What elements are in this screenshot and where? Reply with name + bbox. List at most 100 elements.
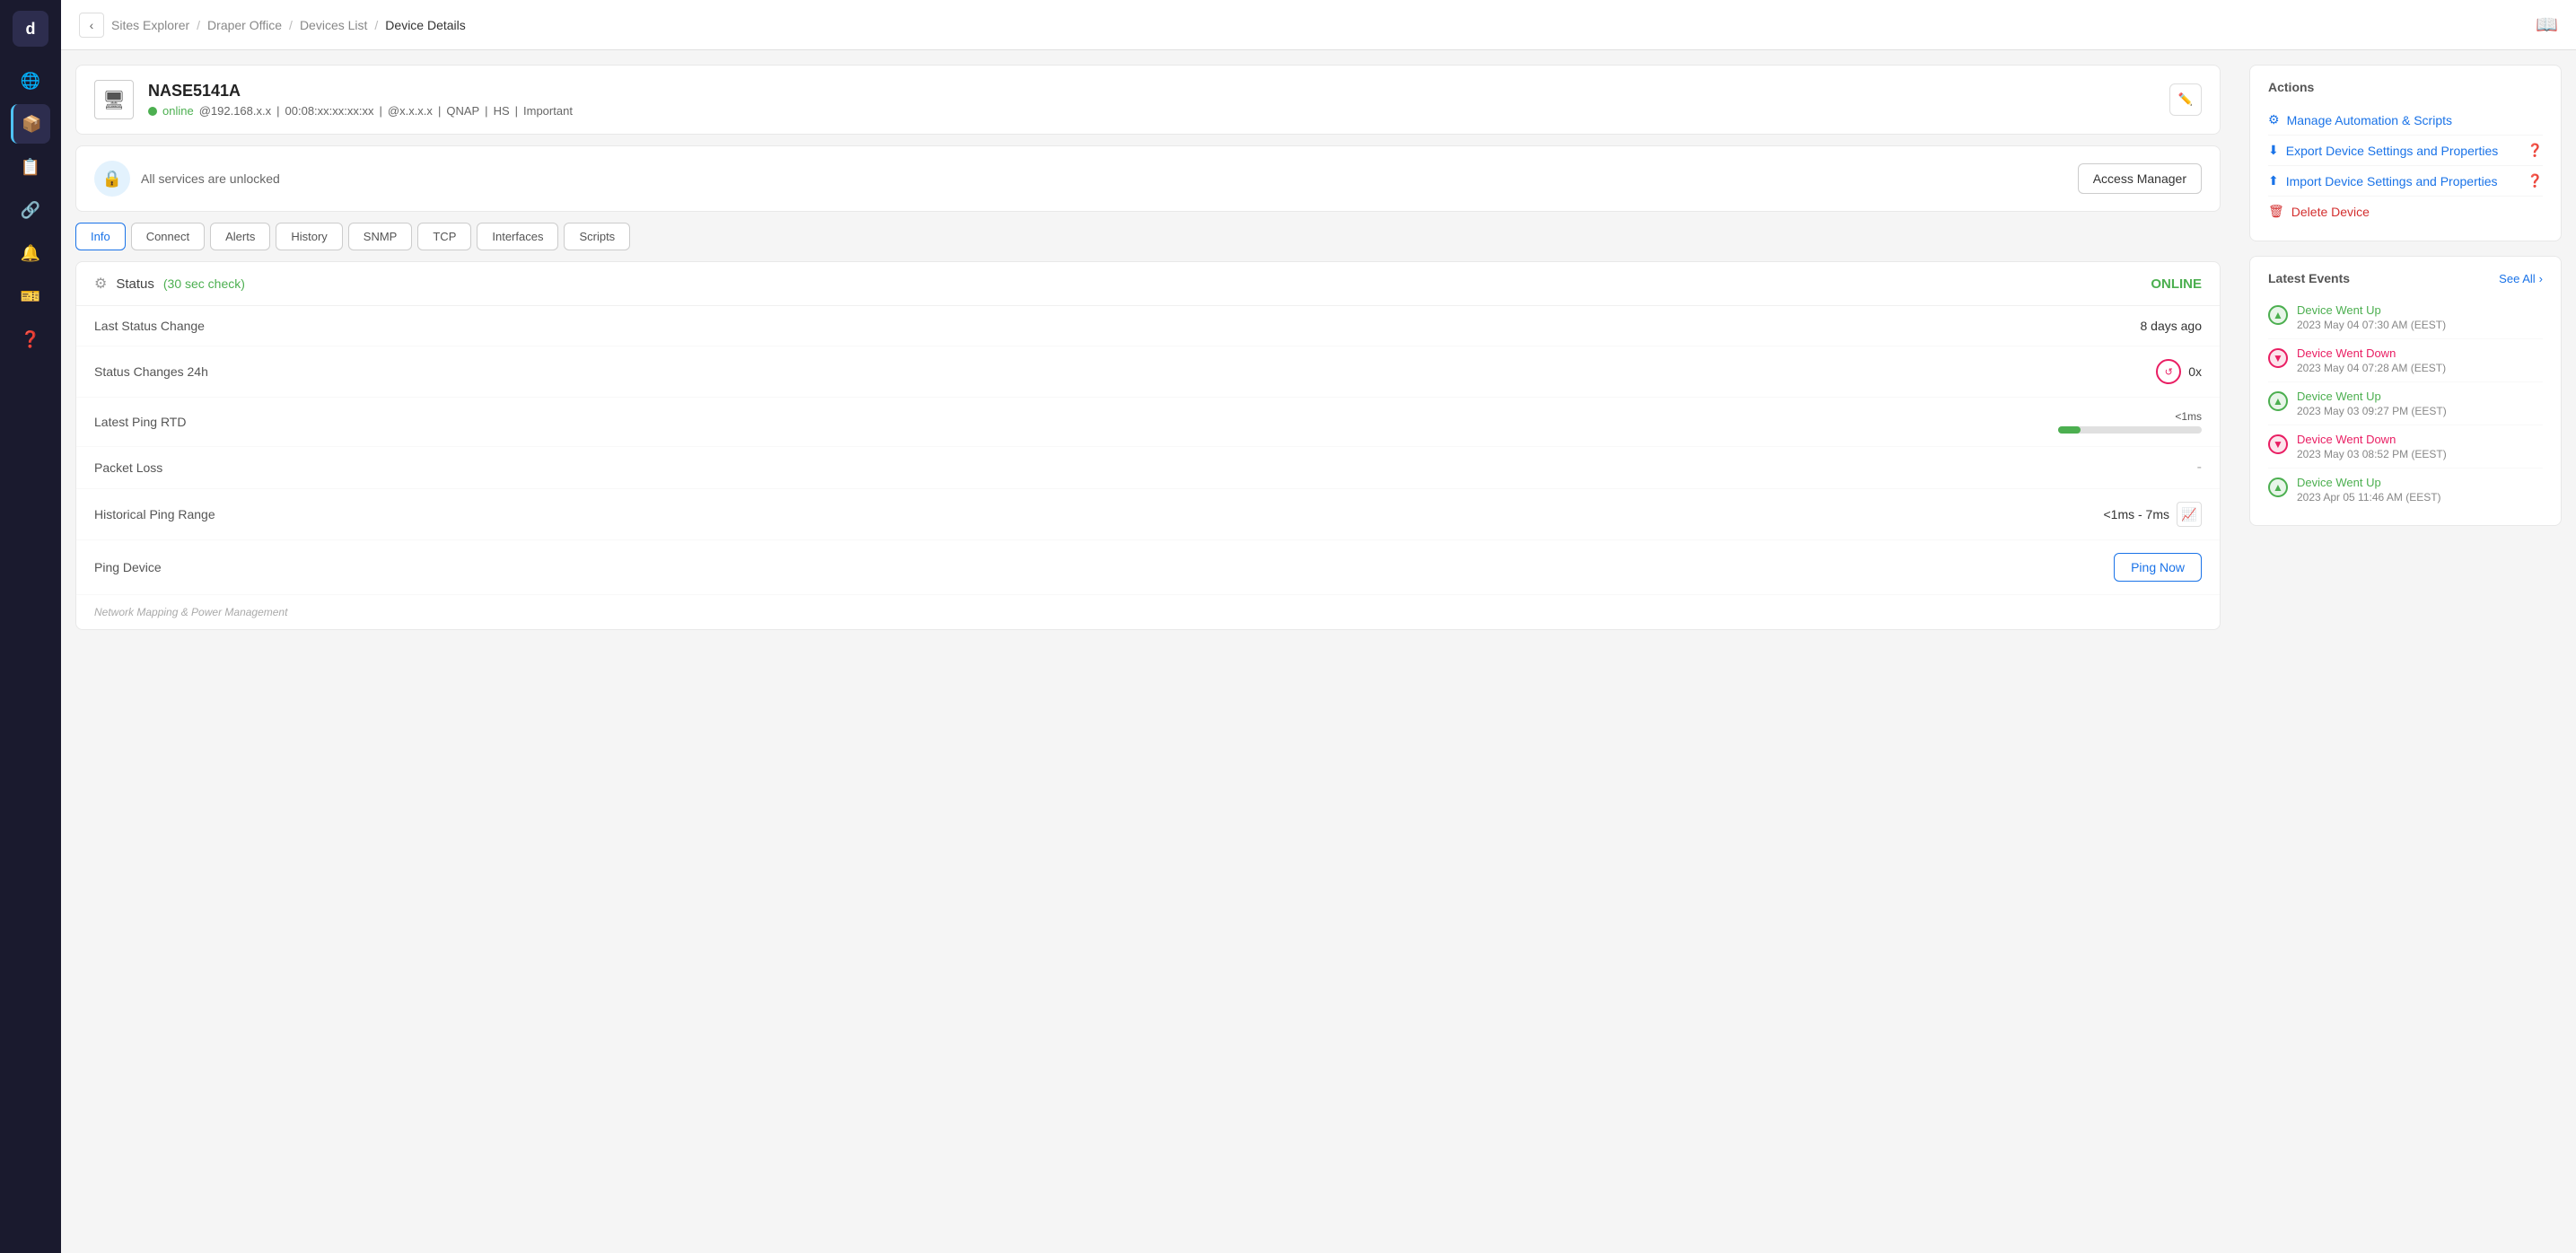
sidebar-item-tickets[interactable]: 🎫 xyxy=(11,276,50,316)
packet-loss-value: - xyxy=(2197,460,2202,476)
sidebar-item-alerts[interactable]: 🔔 xyxy=(11,233,50,273)
delete-device-link[interactable]: 🗑 Delete Device xyxy=(2268,197,2543,226)
historical-ping-right: <1ms - 7ms 📈 xyxy=(2103,502,2202,527)
export-icon: ⬇ xyxy=(2268,143,2279,158)
import-settings-label: Import Device Settings and Properties xyxy=(2286,174,2498,188)
breadcrumb-current: Device Details xyxy=(385,18,465,32)
actions-section: Actions ⚙ Manage Automation & Scripts ⬇ … xyxy=(2249,65,2562,241)
sidebar-item-reports[interactable]: 📋 xyxy=(11,147,50,187)
status-indicator xyxy=(148,107,157,116)
event-item-4: ▼ Device Went Down 2023 May 03 08:52 PM … xyxy=(2268,425,2543,469)
see-all-button[interactable]: See All › xyxy=(2499,272,2543,285)
ping-device-row: Ping Device Ping Now xyxy=(76,540,2220,595)
back-button[interactable]: ‹ xyxy=(79,13,104,38)
last-status-change-value: 8 days ago xyxy=(2141,319,2203,333)
sidebar-item-devices[interactable]: 📦 xyxy=(11,104,50,144)
tab-interfaces[interactable]: Interfaces xyxy=(477,223,558,250)
event-content-1: Device Went Up 2023 May 04 07:30 AM (EES… xyxy=(2297,303,2543,331)
last-status-change-label: Last Status Change xyxy=(94,319,2141,333)
tab-snmp[interactable]: SNMP xyxy=(348,223,413,250)
packet-loss-label: Packet Loss xyxy=(94,460,2197,475)
events-header: Latest Events See All › xyxy=(2268,271,2543,285)
status-panel: ⚙ Status (30 sec check) ONLINE Last Stat… xyxy=(75,261,2221,630)
breadcrumb-sep-1: / xyxy=(197,18,200,32)
delete-icon: 🗑 xyxy=(2268,204,2284,219)
chart-icon[interactable]: 📈 xyxy=(2177,502,2202,527)
sep-2: | xyxy=(380,104,382,118)
content-area: 🖥 NASE5141A online @192.168.x.x | 00:08:… xyxy=(61,50,2576,1253)
device-header: 🖥 NASE5141A online @192.168.x.x | 00:08:… xyxy=(75,65,2221,135)
event-title-2: Device Went Down xyxy=(2297,346,2543,360)
status-changes-label: Status Changes 24h xyxy=(94,364,2156,379)
manage-automation-icon: ⚙ xyxy=(2268,112,2280,127)
refresh-icon: ↺ xyxy=(2156,359,2181,384)
sidebar-item-support[interactable]: ❓ xyxy=(11,320,50,359)
device-name: NASE5141A xyxy=(148,82,2155,101)
delete-device-label: Delete Device xyxy=(2291,205,2370,219)
tab-connect[interactable]: Connect xyxy=(131,223,205,250)
device-ip: @192.168.x.x xyxy=(199,104,271,118)
breadcrumb-sep-2: / xyxy=(289,18,293,32)
event-item-1: ▲ Device Went Up 2023 May 04 07:30 AM (E… xyxy=(2268,296,2543,339)
event-item-2: ▼ Device Went Down 2023 May 04 07:28 AM … xyxy=(2268,339,2543,382)
tab-tcp[interactable]: TCP xyxy=(417,223,471,250)
breadcrumb-devices-list[interactable]: Devices List xyxy=(300,18,367,32)
ping-bar-background xyxy=(2058,426,2202,434)
breadcrumb-sites[interactable]: Sites Explorer xyxy=(111,18,189,32)
event-content-4: Device Went Down 2023 May 03 08:52 PM (E… xyxy=(2297,433,2543,460)
event-dot-5: ▲ xyxy=(2268,478,2288,497)
device-icon: 🖥 xyxy=(94,80,134,119)
import-settings-link[interactable]: ⬆ Import Device Settings and Properties … xyxy=(2268,166,2543,197)
access-manager-button[interactable]: Access Manager xyxy=(2078,163,2202,194)
manage-automation-link[interactable]: ⚙ Manage Automation & Scripts xyxy=(2268,105,2543,136)
lock-symbol: 🔒 xyxy=(102,170,122,188)
historical-ping-row: Historical Ping Range <1ms - 7ms 📈 xyxy=(76,489,2220,540)
breadcrumb: Sites Explorer / Draper Office / Devices… xyxy=(111,18,466,32)
ping-rtd-value: <1ms xyxy=(2175,410,2202,423)
event-dot-3: ▲ xyxy=(2268,391,2288,411)
tab-history[interactable]: History xyxy=(276,223,342,250)
event-item-3: ▲ Device Went Up 2023 May 03 09:27 PM (E… xyxy=(2268,382,2543,425)
see-all-chevron: › xyxy=(2539,272,2543,285)
event-time-4: 2023 May 03 08:52 PM (EEST) xyxy=(2297,448,2543,460)
event-dot-4: ▼ xyxy=(2268,434,2288,454)
import-help-icon[interactable]: ❓ xyxy=(2528,173,2543,188)
status-header-left: ⚙ Status (30 sec check) xyxy=(94,275,2142,293)
status-changes-right: ↺ 0x xyxy=(2156,359,2202,384)
tab-scripts[interactable]: Scripts xyxy=(564,223,630,250)
device-edit-button[interactable]: ✏️ xyxy=(2169,83,2202,116)
tabs-row: Info Connect Alerts History SNMP TCP Int… xyxy=(75,223,2221,250)
device-info: NASE5141A online @192.168.x.x | 00:08:xx… xyxy=(148,82,2155,118)
sep-4: | xyxy=(485,104,487,118)
book-icon[interactable]: 📖 xyxy=(2536,15,2558,35)
sidebar-item-sites[interactable]: 🌐 xyxy=(11,61,50,101)
main-container: ‹ Sites Explorer / Draper Office / Devic… xyxy=(61,0,2576,1253)
export-help-icon[interactable]: ❓ xyxy=(2528,143,2543,158)
actions-title: Actions xyxy=(2268,80,2543,94)
see-all-label: See All xyxy=(2499,272,2535,285)
device-tier: HS xyxy=(494,104,510,118)
breadcrumb-sep-3: / xyxy=(374,18,378,32)
sidebar-item-network[interactable]: 🔗 xyxy=(11,190,50,230)
export-settings-link[interactable]: ⬇ Export Device Settings and Properties … xyxy=(2268,136,2543,166)
event-content-5: Device Went Up 2023 Apr 05 11:46 AM (EES… xyxy=(2297,476,2543,504)
sep-1: | xyxy=(276,104,279,118)
topbar-right: 📖 xyxy=(2536,13,2558,36)
ping-now-button[interactable]: Ping Now xyxy=(2114,553,2202,582)
event-time-5: 2023 Apr 05 11:46 AM (EEST) xyxy=(2297,491,2543,504)
sep-5: | xyxy=(515,104,518,118)
manage-automation-label: Manage Automation & Scripts xyxy=(2287,113,2452,127)
topbar: ‹ Sites Explorer / Draper Office / Devic… xyxy=(61,0,2576,50)
device-status: online xyxy=(162,104,194,118)
status-label: Status xyxy=(116,276,154,292)
breadcrumb-draper[interactable]: Draper Office xyxy=(207,18,282,32)
event-dot-2: ▼ xyxy=(2268,348,2288,368)
historical-ping-value: <1ms - 7ms xyxy=(2103,507,2169,521)
event-content-2: Device Went Down 2023 May 04 07:28 AM (E… xyxy=(2297,346,2543,374)
gear-icon: ⚙ xyxy=(94,275,107,293)
event-time-3: 2023 May 03 09:27 PM (EEST) xyxy=(2297,405,2543,417)
app-logo: d xyxy=(13,11,48,47)
tab-alerts[interactable]: Alerts xyxy=(210,223,270,250)
ping-rtd-row: Latest Ping RTD <1ms xyxy=(76,398,2220,447)
tab-info[interactable]: Info xyxy=(75,223,126,250)
